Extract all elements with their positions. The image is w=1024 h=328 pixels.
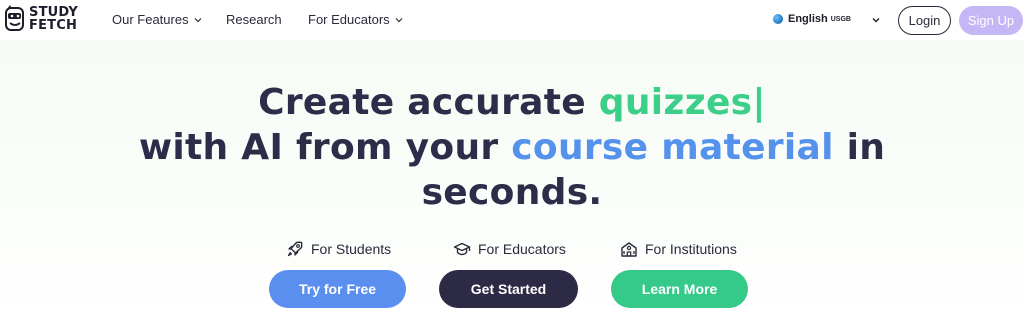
- top-navbar: STUDY FETCH Our Features Research For Ed…: [0, 0, 1024, 40]
- language-name: English: [788, 13, 828, 25]
- graduation-cap-icon: [453, 242, 471, 256]
- headline-line1: Create accurate quizzes|: [0, 80, 1024, 125]
- learn-more-button[interactable]: Learn More: [611, 270, 748, 308]
- chevron-down-icon: [194, 17, 202, 22]
- audience-students-label: For Students: [311, 241, 392, 257]
- nav-research[interactable]: Research: [226, 12, 308, 27]
- nav-research-label: Research: [226, 12, 282, 27]
- chevron-down-icon: [395, 17, 403, 22]
- dog-mascot-icon: [5, 5, 24, 31]
- language-code: USGB: [830, 15, 851, 23]
- nav-our-features-label: Our Features: [112, 12, 189, 27]
- audience-institutions: For Institutions: [620, 240, 737, 258]
- rocket-icon: [287, 241, 303, 257]
- headline-highlight-course-material: course material: [511, 127, 834, 168]
- audience-students: For Students: [286, 240, 391, 258]
- headline-line1-prefix: Create accurate: [258, 82, 599, 123]
- signup-button[interactable]: Sign Up: [959, 6, 1023, 35]
- headline-line2-prefix: with AI from your: [138, 127, 512, 168]
- studyfetch-logo[interactable]: STUDY FETCH: [4, 4, 78, 34]
- nav-for-educators-label: For Educators: [308, 12, 390, 27]
- headline-line2: with AI from your course material in: [0, 125, 1024, 170]
- brand-line2: FETCH: [29, 18, 78, 33]
- school-building-icon: [621, 242, 637, 257]
- typing-caret: |: [752, 82, 766, 123]
- brand-name: STUDY FETCH: [29, 6, 78, 32]
- try-for-free-button[interactable]: Try for Free: [269, 270, 406, 308]
- nav-our-features[interactable]: Our Features: [112, 12, 226, 27]
- login-button[interactable]: Login: [898, 6, 951, 35]
- headline-line2-suffix: in: [833, 127, 886, 168]
- headline-highlight-quizzes: quizzes: [598, 82, 753, 123]
- headline-line3: seconds.: [421, 172, 603, 213]
- nav-for-educators[interactable]: For Educators: [308, 12, 403, 27]
- language-selector[interactable]: English USGB: [773, 13, 851, 25]
- audience-educators-label: For Educators: [478, 241, 566, 257]
- audience-institutions-label: For Institutions: [645, 241, 737, 257]
- get-started-button[interactable]: Get Started: [439, 270, 578, 308]
- globe-icon: [773, 14, 783, 24]
- hero-headline: Create accurate quizzes| with AI from yo…: [0, 80, 1024, 215]
- audience-educators: For Educators: [453, 240, 566, 258]
- nav-links: Our Features Research For Educators: [112, 12, 403, 27]
- chevron-down-icon[interactable]: [872, 16, 880, 24]
